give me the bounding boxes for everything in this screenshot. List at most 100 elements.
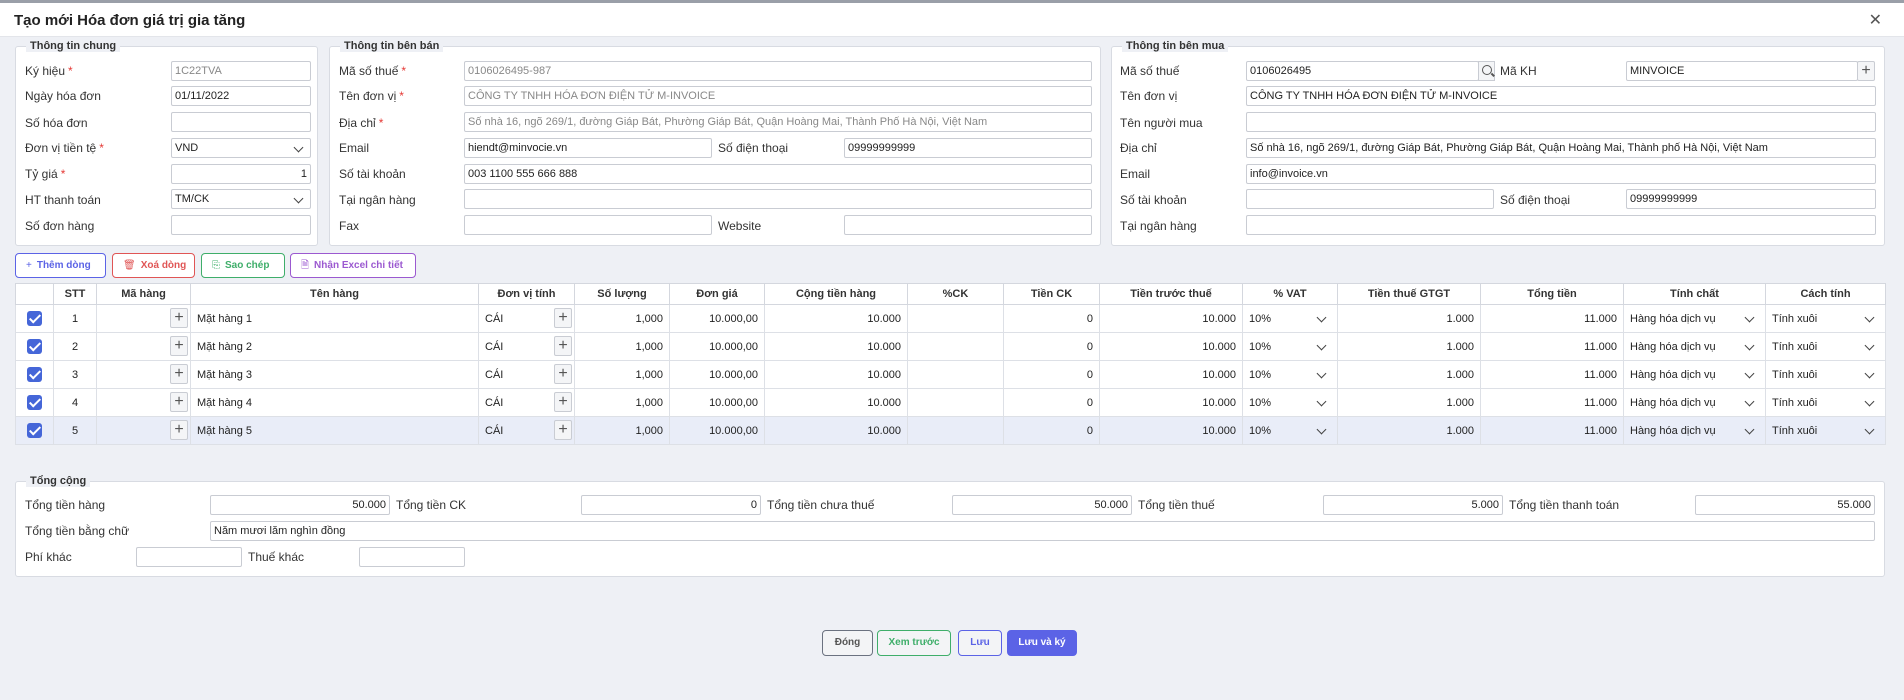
ty-gia-input[interactable]: 1 xyxy=(171,164,311,184)
checkbox-checked-icon[interactable] xyxy=(27,339,42,354)
tien-truoc-thue-cell[interactable]: 10.000 xyxy=(1099,360,1243,389)
tinh-chat-select-cell[interactable]: Hàng hóa dịch vụ xyxy=(1623,332,1766,361)
ten-hang-cell[interactable]: Mặt hàng 2 xyxy=(190,332,479,361)
ten-hang-cell[interactable]: Mặt hàng 4 xyxy=(190,388,479,417)
row-checkbox-cell[interactable] xyxy=(15,304,54,333)
seller-fax-input[interactable] xyxy=(464,215,712,235)
don-gia-cell[interactable]: 10.000,00 xyxy=(669,360,765,389)
close-icon[interactable]: ✕ xyxy=(1869,10,1882,30)
plus-icon[interactable]: + xyxy=(170,364,188,384)
table-row[interactable]: 5 + Mặt hàng 5 CÁI +1,000 10.000,00 10.000 0 10.… xyxy=(15,416,1886,445)
cach-tinh-select-cell[interactable]: Tính xuôi xyxy=(1765,360,1886,389)
so-luong-cell[interactable]: 1,000 xyxy=(574,416,670,445)
vat-select-cell[interactable]: 10% xyxy=(1242,360,1338,389)
ten-hang-cell[interactable]: Mặt hàng 5 xyxy=(190,416,479,445)
row-checkbox-cell[interactable] xyxy=(15,360,54,389)
table-row[interactable]: 4 + Mặt hàng 4 CÁI +1,000 10.000,00 10.000 0 10.… xyxy=(15,388,1886,417)
vat-select-cell[interactable]: 10% xyxy=(1242,388,1338,417)
tien-truoc-thue-cell[interactable]: 10.000 xyxy=(1099,304,1243,333)
buyer-nganhang-input[interactable] xyxy=(1246,215,1876,235)
tien-ck-cell[interactable]: 0 xyxy=(1003,416,1100,445)
tinh-chat-select-cell[interactable]: Hàng hóa dịch vụ xyxy=(1623,416,1766,445)
tinh-chat-select-cell[interactable]: Hàng hóa dịch vụ xyxy=(1623,304,1766,333)
plus-icon[interactable]: + xyxy=(170,336,188,356)
seller-mst-input[interactable]: 0106026495-987 xyxy=(464,61,1092,81)
vat-select-cell[interactable]: 10% xyxy=(1242,332,1338,361)
so-luong-cell[interactable]: 1,000 xyxy=(574,304,670,333)
ma-hang-cell[interactable]: + xyxy=(96,332,191,361)
select-all-header[interactable] xyxy=(15,283,54,305)
so-luong-cell[interactable]: 1,000 xyxy=(574,388,670,417)
buyer-makh-input[interactable]: MINVOICE xyxy=(1626,61,1858,81)
tong-tien-cell[interactable]: 11.000 xyxy=(1480,304,1624,333)
row-checkbox-cell[interactable] xyxy=(15,416,54,445)
seller-email-input[interactable]: hiendt@minvocie.vn xyxy=(464,138,712,158)
tien-ck-cell[interactable]: 0 xyxy=(1003,360,1100,389)
tien-thue-cell[interactable]: 1.000 xyxy=(1337,304,1481,333)
bang-chu-input[interactable]: Năm mươi lăm nghìn đồng xyxy=(210,521,1875,541)
ck-cell[interactable] xyxy=(907,388,1004,417)
checkbox-checked-icon[interactable] xyxy=(27,311,42,326)
ht-thanh-toan-select[interactable]: TM/CK xyxy=(171,189,311,209)
tien-truoc-thue-cell[interactable]: 10.000 xyxy=(1099,416,1243,445)
tong-tien-cell[interactable]: 11.000 xyxy=(1480,332,1624,361)
buyer-mst-input[interactable]: 0106026495 xyxy=(1246,61,1479,81)
tien-truoc-thue-cell[interactable]: 10.000 xyxy=(1099,332,1243,361)
seller-website-input[interactable] xyxy=(844,215,1092,235)
tong-ck-input[interactable]: 0 xyxy=(581,495,761,515)
table-row[interactable]: 3 + Mặt hàng 3 CÁI +1,000 10.000,00 10.000 0 10.… xyxy=(15,360,1886,389)
delete-row-button[interactable]: 🗑 Xoá dòng xyxy=(112,253,195,278)
buyer-email-input[interactable]: info@invoice.vn xyxy=(1246,164,1876,184)
plus-icon[interactable]: + xyxy=(554,336,572,356)
plus-icon[interactable]: + xyxy=(554,364,572,384)
cach-tinh-select-cell[interactable]: Tính xuôi xyxy=(1765,304,1886,333)
checkbox-checked-icon[interactable] xyxy=(27,395,42,410)
close-button[interactable]: Đóng xyxy=(822,630,873,656)
don-gia-cell[interactable]: 10.000,00 xyxy=(669,332,765,361)
chua-thue-input[interactable]: 50.000 xyxy=(952,495,1132,515)
import-excel-button[interactable]: 🗎 Nhận Excel chi tiết xyxy=(290,253,416,278)
cong-tien-cell[interactable]: 10.000 xyxy=(764,360,908,389)
cach-tinh-select-cell[interactable]: Tính xuôi xyxy=(1765,416,1886,445)
cong-tien-cell[interactable]: 10.000 xyxy=(764,388,908,417)
checkbox-checked-icon[interactable] xyxy=(27,367,42,382)
tinh-chat-select-cell[interactable]: Hàng hóa dịch vụ xyxy=(1623,388,1766,417)
seller-diachi-input[interactable]: Số nhà 16, ngõ 269/1, đường Giáp Bát, Ph… xyxy=(464,112,1092,132)
ma-hang-cell[interactable]: + xyxy=(96,360,191,389)
table-row[interactable]: 1 + Mặt hàng 1 CÁI +1,000 10.000,00 10.000 0 10.… xyxy=(15,304,1886,333)
so-luong-cell[interactable]: 1,000 xyxy=(574,360,670,389)
buyer-ten-input[interactable]: CÔNG TY TNHH HÓA ĐƠN ĐIỆN TỬ M-INVOICE xyxy=(1246,86,1876,106)
seller-sdt-input[interactable]: 09999999999 xyxy=(844,138,1092,158)
tong-tien-cell[interactable]: 11.000 xyxy=(1480,416,1624,445)
save-button[interactable]: Lưu xyxy=(958,630,1002,656)
ma-hang-cell[interactable]: + xyxy=(96,388,191,417)
ck-cell[interactable] xyxy=(907,416,1004,445)
tien-thue-cell[interactable]: 1.000 xyxy=(1337,360,1481,389)
copy-button[interactable]: ⎘ Sao chép xyxy=(201,253,285,278)
dvt-cell[interactable]: CÁI + xyxy=(478,304,575,333)
cach-tinh-select-cell[interactable]: Tính xuôi xyxy=(1765,332,1886,361)
don-vi-tien-select[interactable]: VND xyxy=(171,138,311,158)
buyer-sdt-input[interactable]: 09999999999 xyxy=(1626,189,1876,209)
ck-cell[interactable] xyxy=(907,304,1004,333)
seller-sotk-input[interactable]: 003 1100 555 666 888 xyxy=(464,164,1092,184)
dvt-cell[interactable]: CÁI + xyxy=(478,332,575,361)
dvt-cell[interactable]: CÁI + xyxy=(478,416,575,445)
tien-thue-cell[interactable]: 1.000 xyxy=(1337,332,1481,361)
plus-icon[interactable]: + xyxy=(170,420,188,440)
tien-ck-cell[interactable]: 0 xyxy=(1003,388,1100,417)
ky-hieu-input[interactable]: 1C22TVA xyxy=(171,61,311,81)
so-hd-input[interactable] xyxy=(171,112,311,132)
vat-select-cell[interactable]: 10% xyxy=(1242,416,1338,445)
dvt-cell[interactable]: CÁI + xyxy=(478,360,575,389)
ngay-hd-input[interactable]: 01/11/2022 xyxy=(171,86,311,106)
buyer-diachi-input[interactable]: Số nhà 16, ngõ 269/1, đường Giáp Bát, Ph… xyxy=(1246,138,1876,158)
buyer-nguoimua-input[interactable] xyxy=(1246,112,1876,132)
don-gia-cell[interactable]: 10.000,00 xyxy=(669,416,765,445)
save-and-sign-button[interactable]: Lưu và ký xyxy=(1007,630,1077,656)
tien-thue-cell[interactable]: 1.000 xyxy=(1337,416,1481,445)
vat-select-cell[interactable]: 10% xyxy=(1242,304,1338,333)
tinh-chat-select-cell[interactable]: Hàng hóa dịch vụ xyxy=(1623,360,1766,389)
add-customer-button[interactable]: + xyxy=(1857,61,1875,81)
ck-cell[interactable] xyxy=(907,360,1004,389)
